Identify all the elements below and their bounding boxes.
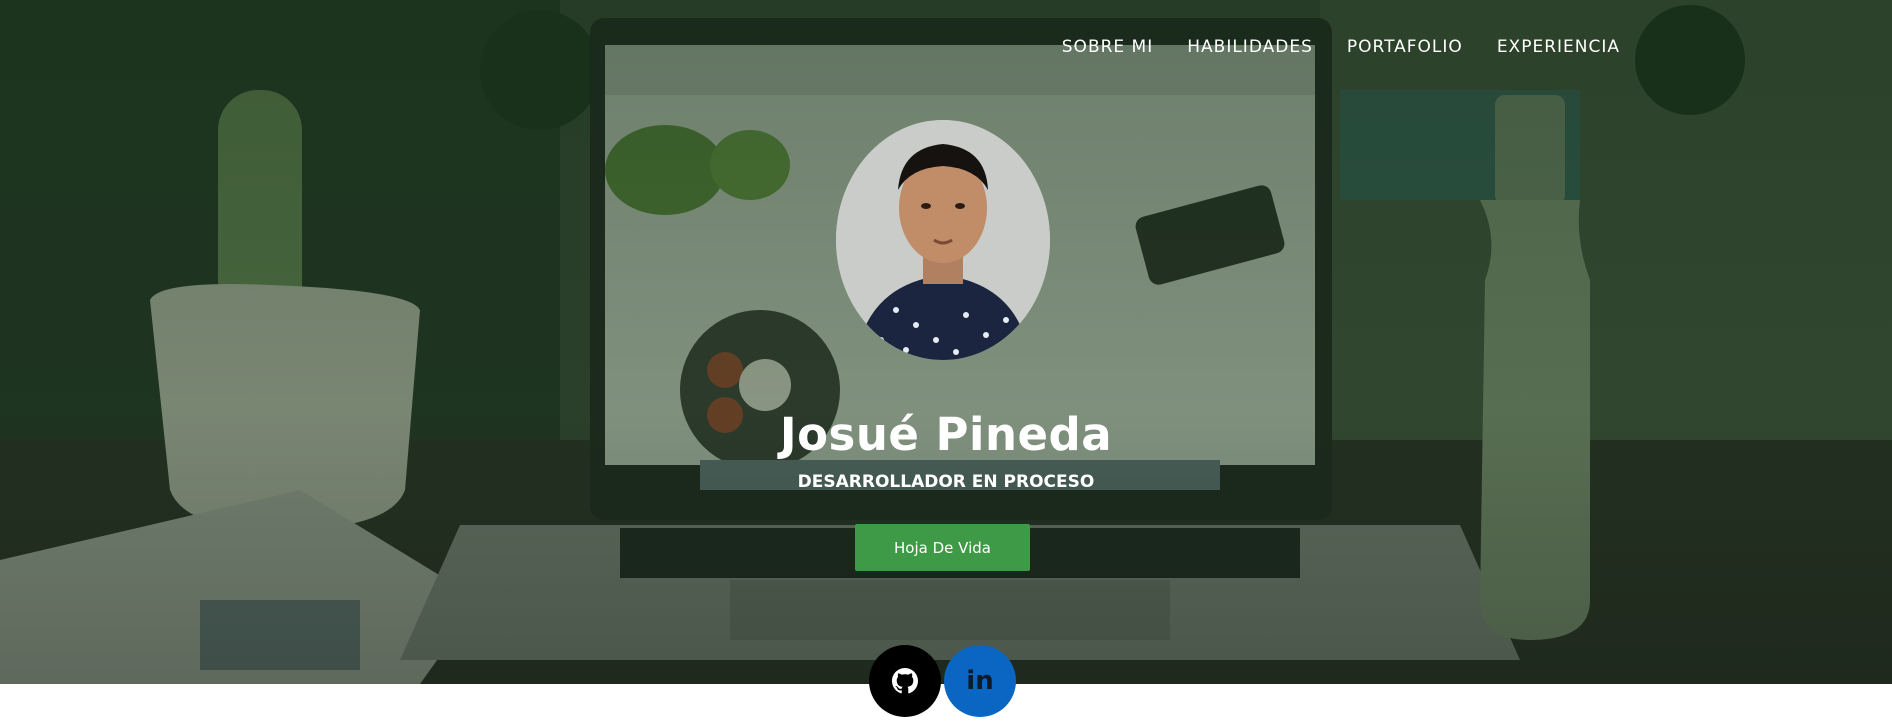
nav-item-portafolio[interactable]: PORTAFOLIO — [1347, 36, 1463, 58]
hero-name: Josué Pineda — [779, 408, 1113, 461]
nav-item-habilidades[interactable]: HABILIDADES — [1187, 36, 1313, 58]
cv-button[interactable]: Hoja De Vida — [855, 524, 1030, 571]
nav-item-sobre-mi[interactable]: SOBRE MI — [1062, 36, 1153, 58]
github-button[interactable] — [869, 645, 941, 717]
github-icon — [892, 668, 918, 694]
avatar — [836, 120, 1050, 360]
linkedin-icon: in — [966, 666, 994, 696]
top-nav: SOBRE MI HABILIDADES PORTAFOLIO EXPERIEN… — [1028, 36, 1620, 58]
avatar-photo — [836, 120, 1050, 360]
hero-section: SOBRE MI HABILIDADES PORTAFOLIO EXPERIEN… — [0, 0, 1892, 684]
nav-item-experiencia[interactable]: EXPERIENCIA — [1497, 36, 1620, 58]
linkedin-button[interactable]: in — [944, 645, 1016, 717]
hero-subtitle: DESARROLLADOR EN PROCESO — [797, 472, 1095, 492]
